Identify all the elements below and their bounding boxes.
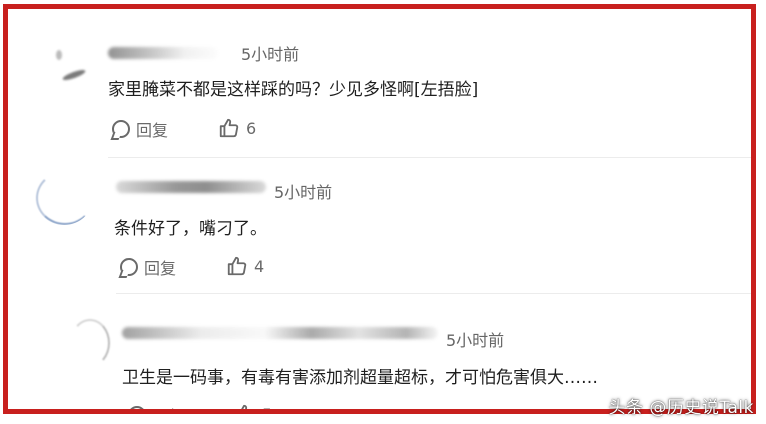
reply-bubble-icon bbox=[128, 406, 146, 409]
avatar[interactable] bbox=[48, 42, 102, 96]
reply-bubble-icon bbox=[120, 258, 138, 276]
like-count: 4 bbox=[254, 256, 265, 276]
avatar[interactable] bbox=[60, 313, 116, 369]
reply-button[interactable]: 回复 bbox=[112, 117, 168, 141]
divider bbox=[108, 157, 751, 158]
comment-text: 家里腌菜不都是这样踩的吗？少见多怪啊[左捂脸] bbox=[108, 80, 479, 100]
username[interactable] bbox=[116, 181, 266, 199]
like-button[interactable]: 6 bbox=[218, 117, 256, 139]
reply-button[interactable]: 回复 bbox=[128, 403, 184, 409]
comment-actions: 回复 4 bbox=[120, 255, 320, 279]
thumbs-up-icon bbox=[226, 255, 248, 277]
reply-label: 回复 bbox=[144, 259, 177, 278]
reply-bubble-icon bbox=[112, 120, 130, 138]
reply-label: 回复 bbox=[152, 403, 184, 409]
username[interactable] bbox=[122, 327, 438, 345]
comment-time: 5小时前 bbox=[241, 45, 300, 64]
divider bbox=[116, 293, 751, 294]
comment-text: 卫生是一码事，有毒有害添加剂超量超标，才可怕危害俱大…… bbox=[122, 368, 598, 388]
thumbs-up-icon bbox=[234, 403, 256, 409]
watermark: 头条 @历史说Talk bbox=[608, 398, 754, 418]
avatar[interactable] bbox=[34, 165, 94, 225]
comment-actions: 回复 6 bbox=[112, 117, 312, 141]
comment-time: 5小时前 bbox=[446, 331, 505, 350]
comment-time: 5小时前 bbox=[274, 183, 333, 202]
username[interactable] bbox=[108, 47, 218, 65]
comment-list-frame: 5小时前 家里腌菜不都是这样踩的吗？少见多怪啊[左捂脸] 回复 6 5小时前 条… bbox=[3, 4, 756, 414]
reply-button[interactable]: 回复 bbox=[120, 255, 176, 279]
like-count: 5 bbox=[262, 404, 273, 414]
thumbs-up-icon bbox=[218, 117, 240, 139]
like-button[interactable]: 5 bbox=[234, 403, 273, 414]
comment-text: 条件好了，嘴刁了。 bbox=[114, 219, 267, 239]
comment-actions: 回复 5 bbox=[128, 403, 328, 414]
like-count: 6 bbox=[246, 118, 257, 138]
like-button[interactable]: 4 bbox=[226, 255, 264, 277]
reply-label: 回复 bbox=[136, 121, 169, 140]
